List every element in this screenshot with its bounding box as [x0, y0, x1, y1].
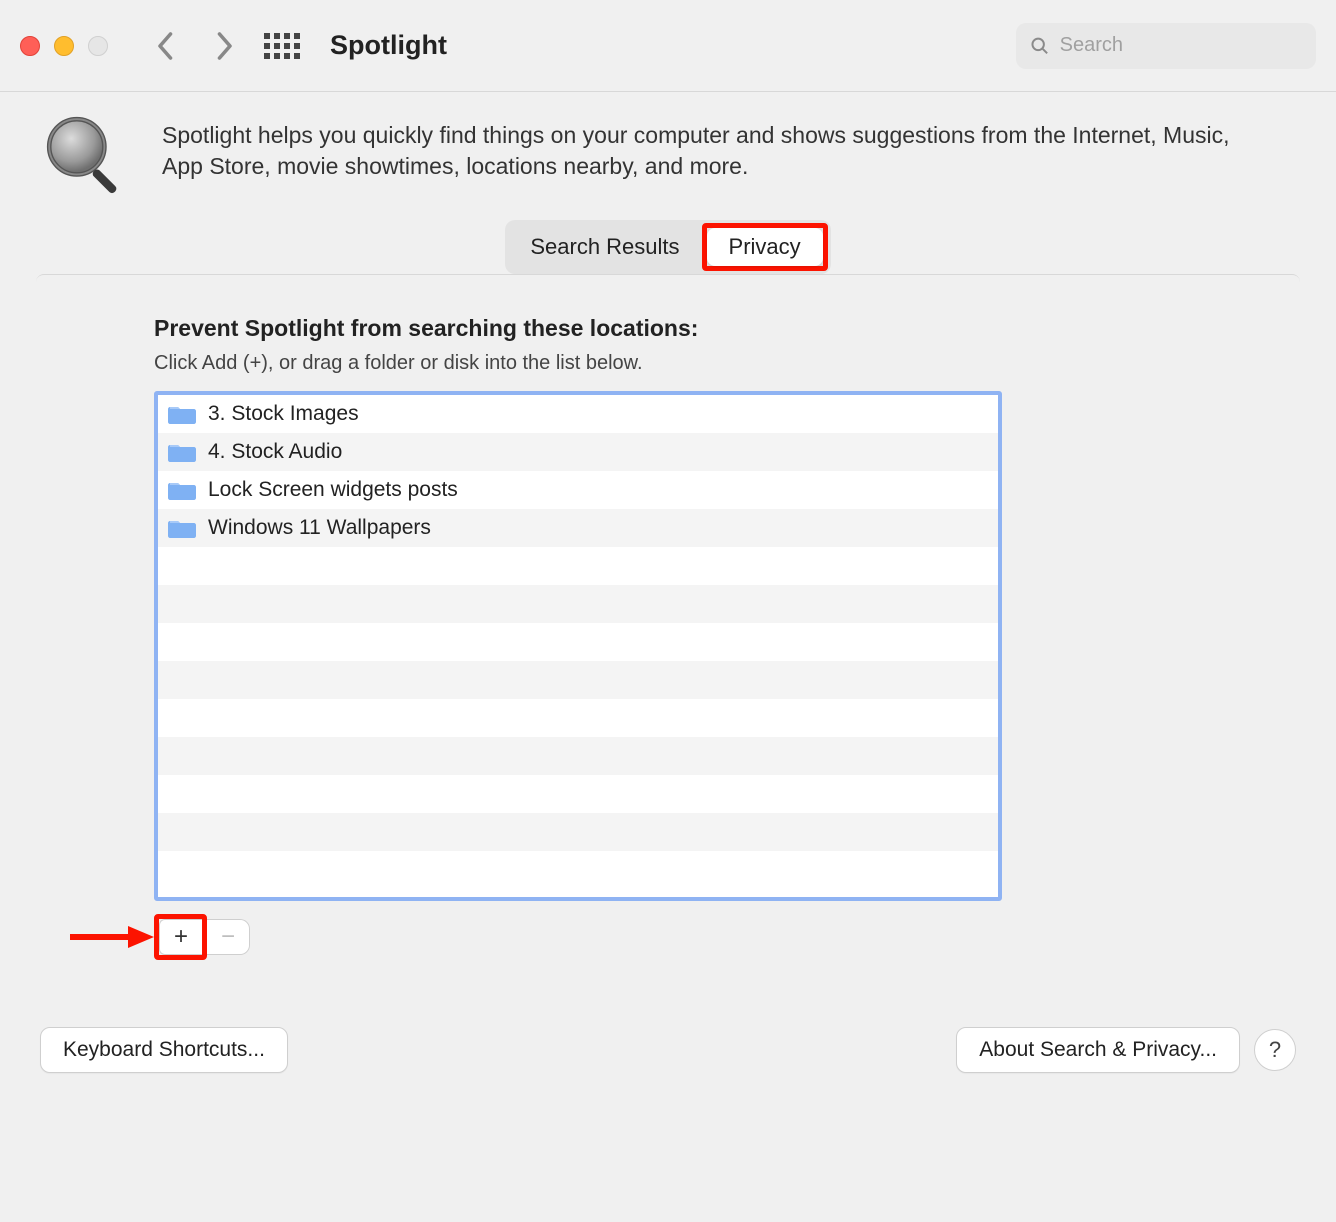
content-area: Spotlight helps you quickly find things … — [0, 92, 1336, 1222]
list-item-empty — [158, 661, 998, 699]
folder-icon — [168, 403, 196, 425]
plus-icon: + — [174, 923, 188, 951]
bottom-bar: Keyboard Shortcuts... About Search & Pri… — [0, 1027, 1336, 1113]
list-item-empty — [158, 699, 998, 737]
add-button[interactable]: + — [160, 920, 202, 954]
search-icon — [1030, 35, 1050, 57]
folder-icon — [168, 441, 196, 463]
remove-button: − — [207, 920, 249, 954]
search-field[interactable] — [1016, 23, 1316, 69]
privacy-panel: Prevent Spotlight from searching these l… — [36, 274, 1300, 997]
list-item[interactable]: 3. Stock Images — [158, 395, 998, 433]
close-window-button[interactable] — [20, 36, 40, 56]
help-button[interactable]: ? — [1254, 1029, 1296, 1071]
list-item-empty — [158, 813, 998, 851]
list-item-label: 3. Stock Images — [208, 402, 359, 426]
list-item-label: Windows 11 Wallpapers — [208, 516, 431, 540]
zoom-window-button[interactable] — [88, 36, 108, 56]
list-item-label: Lock Screen widgets posts — [208, 478, 458, 502]
show-all-icon[interactable] — [262, 26, 302, 66]
tab-search-results[interactable]: Search Results — [508, 223, 701, 271]
list-item-empty — [158, 585, 998, 623]
add-remove-row: + − — [154, 917, 1182, 957]
about-search-privacy-button[interactable]: About Search & Privacy... — [956, 1027, 1240, 1073]
list-item-empty — [158, 623, 998, 661]
window-toolbar: Spotlight — [0, 0, 1336, 92]
minus-icon: − — [221, 923, 235, 951]
minimize-window-button[interactable] — [54, 36, 74, 56]
preferences-window: Spotlight — [0, 0, 1336, 1222]
add-button-highlight: + — [154, 914, 207, 960]
excluded-locations-list[interactable]: 3. Stock Images 4. Stock Audio Lock Scre… — [154, 391, 1002, 901]
header-description: Spotlight helps you quickly find things … — [162, 110, 1266, 182]
keyboard-shortcuts-button[interactable]: Keyboard Shortcuts... — [40, 1027, 288, 1073]
list-item-empty — [158, 775, 998, 813]
list-item-empty — [158, 851, 998, 889]
panel-subtext: Click Add (+), or drag a folder or disk … — [154, 352, 1182, 375]
folder-icon — [168, 517, 196, 539]
tab-privacy[interactable]: Privacy — [707, 228, 823, 266]
header-section: Spotlight helps you quickly find things … — [0, 92, 1336, 220]
forward-button[interactable] — [204, 26, 244, 66]
tab-bar: Search Results Privacy — [505, 220, 830, 274]
list-item-empty — [158, 737, 998, 775]
back-button[interactable] — [146, 26, 186, 66]
panel-heading: Prevent Spotlight from searching these l… — [154, 315, 1182, 342]
list-item-label: 4. Stock Audio — [208, 440, 342, 464]
list-item[interactable]: Windows 11 Wallpapers — [158, 509, 998, 547]
privacy-tab-highlight: Privacy — [702, 223, 828, 271]
search-input[interactable] — [1060, 34, 1302, 57]
spotlight-app-icon — [40, 110, 132, 202]
list-item-empty — [158, 547, 998, 585]
list-item[interactable]: 4. Stock Audio — [158, 433, 998, 471]
tabs-container: Search Results Privacy — [0, 220, 1336, 274]
traffic-lights — [20, 36, 108, 56]
list-item[interactable]: Lock Screen widgets posts — [158, 471, 998, 509]
annotation-arrow — [66, 923, 156, 951]
folder-icon — [168, 479, 196, 501]
window-title: Spotlight — [330, 30, 447, 61]
